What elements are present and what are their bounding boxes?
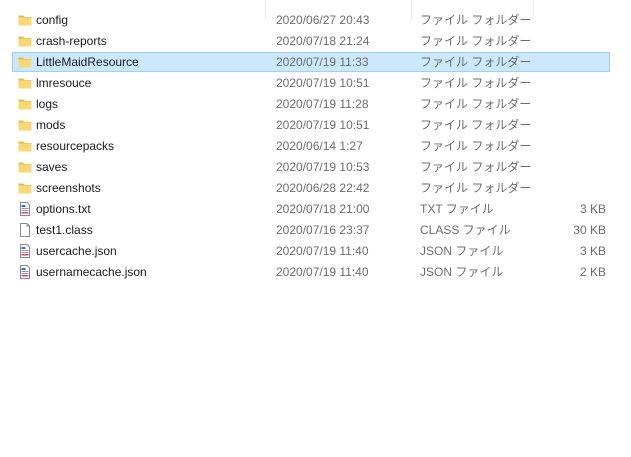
file-size (534, 137, 606, 155)
folder-icon (18, 118, 32, 132)
text-file-icon (18, 265, 32, 279)
file-type: ファイル フォルダー (420, 13, 532, 27)
file-name: test1.class (36, 223, 93, 237)
file-name: mods (36, 118, 66, 132)
file-date-modified: 2020/07/19 10:53 (276, 160, 370, 174)
file-date-modified: 2020/07/19 11:40 (276, 244, 369, 258)
file-size: 3 KB (579, 202, 606, 216)
file-row[interactable]: lmresouce 2020/07/19 10:51 ファイル フォルダー (12, 73, 610, 93)
file-type: CLASS ファイル (420, 223, 511, 237)
file-size: 2 KB (579, 265, 606, 279)
file-date-modified: 2020/06/28 22:42 (276, 181, 370, 195)
file-name: logs (36, 97, 59, 111)
folder-icon (18, 139, 32, 153)
file-size (534, 32, 606, 50)
file-type: ファイル フォルダー (420, 160, 532, 174)
file-type: ファイル フォルダー (420, 55, 532, 69)
file-date-modified: 2020/07/19 10:51 (276, 118, 370, 132)
file-name: config (36, 13, 69, 27)
file-row[interactable]: mods 2020/07/19 10:51 ファイル フォルダー (12, 115, 610, 135)
file-row[interactable]: usernamecache.json 2020/07/19 11:40 JSON フ… (12, 262, 610, 282)
file-type: ファイル フォルダー (420, 97, 532, 111)
file-row[interactable]: logs 2020/07/19 11:28 ファイル フォルダー (12, 94, 610, 114)
file-type: ファイル フォルダー (420, 34, 532, 48)
file-name: saves (36, 160, 68, 174)
file-date-modified: 2020/06/14 1:27 (276, 139, 363, 153)
file-row[interactable]: test1.class 2020/07/16 23:37 CLASS ファイル 30 … (12, 220, 610, 240)
file-date-modified: 2020/07/18 21:00 (276, 202, 370, 216)
file-type: ファイル フォルダー (420, 139, 532, 153)
file-type: TXT ファイル (420, 202, 494, 216)
text-file-icon (18, 202, 32, 216)
file-date-modified: 2020/07/19 11:28 (276, 97, 369, 111)
file-type: ファイル フォルダー (420, 181, 532, 195)
file-name: resourcepacks (36, 139, 115, 153)
file-size (534, 116, 606, 134)
file-size (534, 179, 606, 197)
file-name: usernamecache.json (36, 265, 147, 279)
file-name: LittleMaidResource (36, 55, 139, 69)
file-type: JSON ファイル (420, 265, 504, 279)
file-size (534, 74, 606, 92)
file-row[interactable]: usercache.json 2020/07/19 11:40 JSON ファイル 3… (12, 241, 610, 261)
folder-icon (18, 160, 32, 174)
file-date-modified: 2020/07/19 11:33 (276, 55, 369, 69)
file-list: config 2020/06/27 20:43 ファイル フォルダー crash-re… (0, 0, 631, 457)
file-name: crash-reports (36, 34, 107, 48)
file-size (534, 11, 606, 29)
file-row[interactable]: options.txt 2020/07/18 21:00 TXT ファイル 3 KB (12, 199, 610, 219)
file-size (534, 95, 606, 113)
file-date-modified: 2020/07/19 10:51 (276, 76, 370, 90)
file-row[interactable]: resourcepacks 2020/06/14 1:27 ファイル フォルダー (12, 136, 610, 156)
file-name: lmresouce (36, 76, 92, 90)
file-size (534, 158, 606, 176)
file-type: ファイル フォルダー (420, 118, 532, 132)
folder-icon (18, 34, 32, 48)
text-file-icon (18, 244, 32, 258)
file-row[interactable]: saves 2020/07/19 10:53 ファイル フォルダー (12, 157, 610, 177)
file-type: JSON ファイル (420, 244, 504, 258)
folder-icon (18, 181, 32, 195)
file-size (534, 53, 606, 71)
folder-icon (18, 55, 32, 69)
folder-icon (18, 97, 32, 111)
file-date-modified: 2020/07/16 23:37 (276, 223, 370, 237)
file-row[interactable]: crash-reports 2020/07/18 21:24 ファイル フォルダー (12, 31, 610, 51)
folder-icon (18, 76, 32, 90)
file-size: 30 KB (573, 223, 606, 237)
file-date-modified: 2020/07/18 21:24 (276, 34, 370, 48)
blank-file-icon (18, 223, 32, 237)
file-row[interactable]: config 2020/06/27 20:43 ファイル フォルダー (12, 10, 610, 30)
file-type: ファイル フォルダー (420, 76, 532, 90)
file-row[interactable]: LittleMaidResource 2020/07/19 11:33 ファイル フ… (12, 52, 610, 72)
file-date-modified: 2020/06/27 20:43 (276, 13, 370, 27)
folder-icon (18, 13, 32, 27)
file-name: screenshots (36, 181, 101, 195)
file-size: 3 KB (579, 244, 606, 258)
file-name: options.txt (36, 202, 91, 216)
file-date-modified: 2020/07/19 11:40 (276, 265, 369, 279)
file-row[interactable]: screenshots 2020/06/28 22:42 ファイル フォルダー (12, 178, 610, 198)
file-name: usercache.json (36, 244, 117, 258)
